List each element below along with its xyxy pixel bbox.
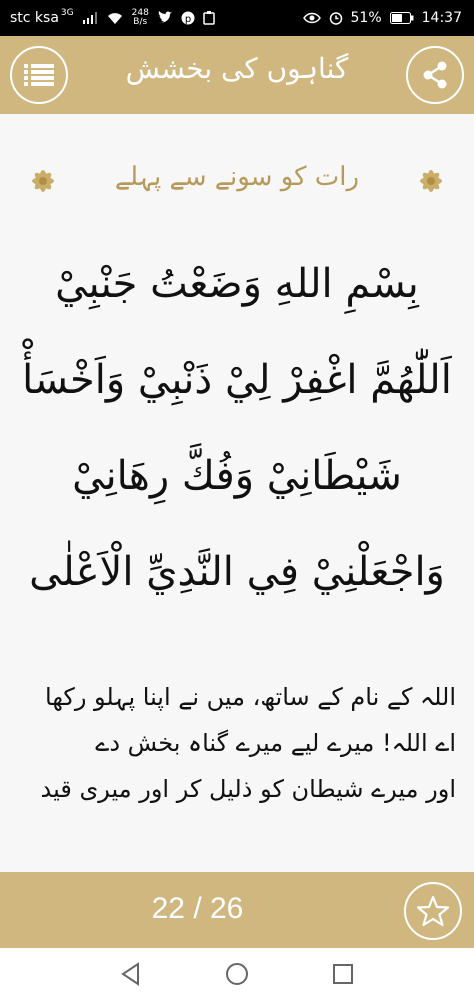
menu-button[interactable]	[10, 46, 68, 104]
flower-icon	[420, 170, 442, 192]
favorite-button[interactable]	[404, 882, 462, 940]
battery-percent: 51%	[350, 10, 382, 26]
share-button[interactable]	[406, 46, 464, 104]
arabic-line: وَاجْعَلْنِيْ فِي النَّدِيِّ الْاَعْلٰى	[29, 549, 445, 595]
network-type: 3G	[60, 7, 74, 18]
dua-content: رات کو سونے سے پہلے بِسْمِ اللهِ وَضَعْت…	[0, 114, 474, 872]
recents-icon[interactable]	[330, 961, 356, 987]
network-speed: 248 B/s	[132, 9, 149, 27]
status-left: stc ksa 3G 248 B/s p	[10, 0, 215, 36]
eye-icon	[302, 12, 321, 24]
heading-text: رات کو سونے سے پہلے	[114, 162, 360, 192]
battery-icon	[389, 12, 414, 24]
arabic-line: شَيْطَانِيْ وَفُكَّ رِهَانِيْ	[72, 453, 402, 499]
status-right: 51% 14:37	[302, 0, 462, 36]
menu-list-icon	[24, 64, 54, 86]
dua-heading: رات کو سونے سے پہلے	[0, 162, 474, 202]
pinterest-icon: p	[181, 11, 195, 25]
bottom-bar: 22 / 26	[0, 872, 474, 948]
share-icon	[423, 61, 447, 89]
notification-icon	[203, 11, 215, 25]
back-icon[interactable]	[118, 961, 144, 987]
wifi-icon	[107, 13, 122, 24]
urdu-translation: اللہ کے نام کے ساتھ، میں نے اپنا پہلو رک…	[18, 674, 456, 812]
app-bar: گناہوں کی بخشش	[0, 36, 474, 114]
clock: 14:37	[421, 10, 462, 26]
carrier-name: stc ksa	[10, 10, 59, 26]
status-bar: stc ksa 3G 248 B/s p 51% 14:37	[0, 0, 474, 36]
home-icon[interactable]	[224, 961, 250, 987]
app-title: گناہوں کی بخشش	[125, 52, 349, 85]
flower-icon	[32, 170, 54, 192]
system-nav-bar	[0, 948, 474, 1000]
translation-line: اللہ کے نام کے ساتھ، میں نے اپنا پہلو رک…	[45, 683, 456, 711]
arabic-text: بِسْمِ اللهِ وَضَعْتُ جَنْبِيْ اَللّٰهُم…	[20, 236, 454, 620]
twitter-icon	[157, 11, 172, 23]
translation-line: اے اللہ! میرے لیے میرے گناہ بخش دے	[95, 729, 456, 757]
arabic-line: بِسْمِ اللهِ وَضَعْتُ جَنْبِيْ	[55, 261, 419, 307]
alarm-icon	[329, 12, 342, 25]
page-counter: 22 / 26	[151, 892, 244, 925]
speed-unit: B/s	[133, 17, 148, 27]
star-icon	[417, 895, 449, 927]
svg-text:p: p	[185, 14, 191, 25]
signal-icon	[82, 12, 97, 24]
arabic-line: اَللّٰهُمَّ اغْفِرْ لِيْ ذَنْبِيْ وَاَخْ…	[22, 357, 452, 403]
translation-line: اور میرے شیطان کو ذلیل کر اور میری قید	[40, 775, 456, 803]
